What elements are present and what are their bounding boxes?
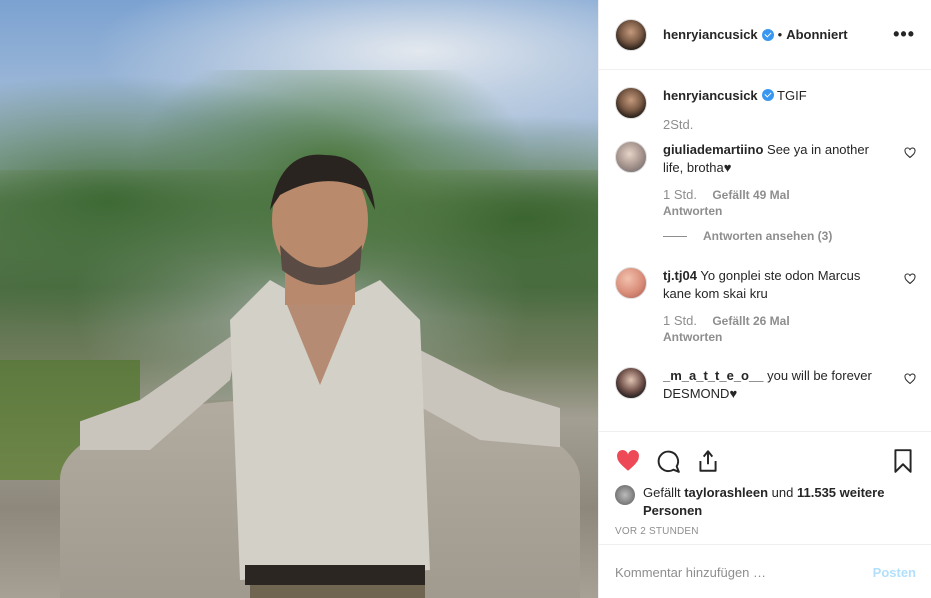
comment-meta: 1 Std. Gefällt 26 Mal Antworten — [663, 313, 883, 345]
share-icon[interactable] — [695, 448, 721, 474]
caption-text: TGIF — [777, 88, 807, 103]
likes-and: und — [771, 485, 794, 500]
comment-avatar[interactable] — [615, 141, 647, 173]
likes-text: Gefällt taylorashleen und 11.535 weitere… — [643, 484, 916, 520]
view-replies-label: Antworten ansehen (3) — [703, 229, 833, 243]
post-header: henryiancusick • Abonniert ••• — [599, 0, 931, 70]
author-username[interactable]: henryiancusick — [663, 27, 758, 42]
likes-summary: Gefällt taylorashleen und 11.535 weitere… — [599, 480, 931, 520]
comment-likes[interactable]: Gefällt 49 Mal — [712, 188, 789, 202]
comment-like-heart-icon[interactable] — [904, 273, 916, 285]
comment-meta: 1 Std. Gefällt 49 Mal Antworten — [663, 187, 883, 219]
liker-avatar[interactable] — [615, 485, 635, 505]
comment-input[interactable] — [615, 565, 873, 580]
caption-meta: 2Std. — [663, 117, 883, 133]
caption-time[interactable]: 2Std. — [663, 117, 693, 132]
comments-list[interactable]: henryiancusick TGIF 2Std. giuliademartii… — [599, 71, 931, 431]
reply-button[interactable]: Antworten — [663, 203, 883, 219]
comment-like-heart-icon[interactable] — [904, 147, 916, 159]
header-separator: • — [777, 27, 783, 42]
post-side-panel: henryiancusick • Abonniert ••• henryianc… — [598, 0, 931, 598]
comment-row: _m_a_t_t_e_o__ you will be forever DESMO… — [615, 367, 916, 403]
verified-badge-icon — [761, 28, 774, 41]
comment-body: giuliademartiino See ya in another life,… — [663, 141, 883, 245]
comment-row: giuliademartiino See ya in another life,… — [615, 141, 916, 245]
more-options-icon[interactable]: ••• — [893, 24, 915, 45]
save-bookmark-icon[interactable] — [890, 448, 916, 474]
reply-button[interactable]: Antworten — [663, 329, 883, 345]
comment-time[interactable]: 1 Std. — [663, 313, 697, 328]
comment-avatar[interactable] — [615, 267, 647, 299]
photo-person — [80, 154, 560, 598]
comment-like-heart-icon[interactable] — [904, 373, 916, 385]
caption-username[interactable]: henryiancusick — [663, 88, 758, 103]
like-heart-icon[interactable] — [615, 448, 641, 474]
comment-time[interactable]: 1 Std. — [663, 187, 697, 202]
view-replies-line — [663, 235, 687, 237]
caption-row: henryiancusick TGIF 2Std. — [615, 87, 916, 133]
caption-body: henryiancusick TGIF 2Std. — [663, 87, 883, 133]
comment-username[interactable]: giuliademartiino — [663, 142, 763, 157]
likes-prefix: Gefällt — [643, 485, 681, 500]
comment-bubble-icon[interactable] — [655, 448, 681, 474]
comment-body: tj.tj04 Yo gonplei ste odon Marcus kane … — [663, 267, 883, 345]
follow-status-button[interactable]: Abonniert — [786, 27, 847, 42]
comment-likes[interactable]: Gefällt 26 Mal — [712, 314, 789, 328]
view-replies-button[interactable]: Antworten ansehen (3) — [663, 227, 883, 245]
add-comment-bar: Posten — [599, 544, 931, 598]
comment-username[interactable]: _m_a_t_t_e_o__ — [663, 368, 763, 383]
post-actions-section: Gefällt taylorashleen und 11.535 weitere… — [599, 431, 931, 580]
caption-avatar[interactable] — [615, 87, 647, 119]
header-text: henryiancusick • Abonniert — [663, 27, 848, 42]
comment-username[interactable]: tj.tj04 — [663, 268, 697, 283]
post-timeago[interactable]: VOR 2 STUNDEN — [599, 520, 931, 537]
post-photo[interactable] — [0, 0, 598, 598]
comment-avatar[interactable] — [615, 367, 647, 399]
comment-body: _m_a_t_t_e_o__ you will be forever DESMO… — [663, 367, 883, 403]
post-comment-button[interactable]: Posten — [873, 565, 916, 580]
action-bar — [599, 432, 931, 480]
liker-username[interactable]: taylorashleen — [684, 485, 768, 500]
author-avatar[interactable] — [615, 18, 647, 51]
comment-row: tj.tj04 Yo gonplei ste odon Marcus kane … — [615, 267, 916, 345]
verified-badge-icon — [761, 89, 774, 101]
